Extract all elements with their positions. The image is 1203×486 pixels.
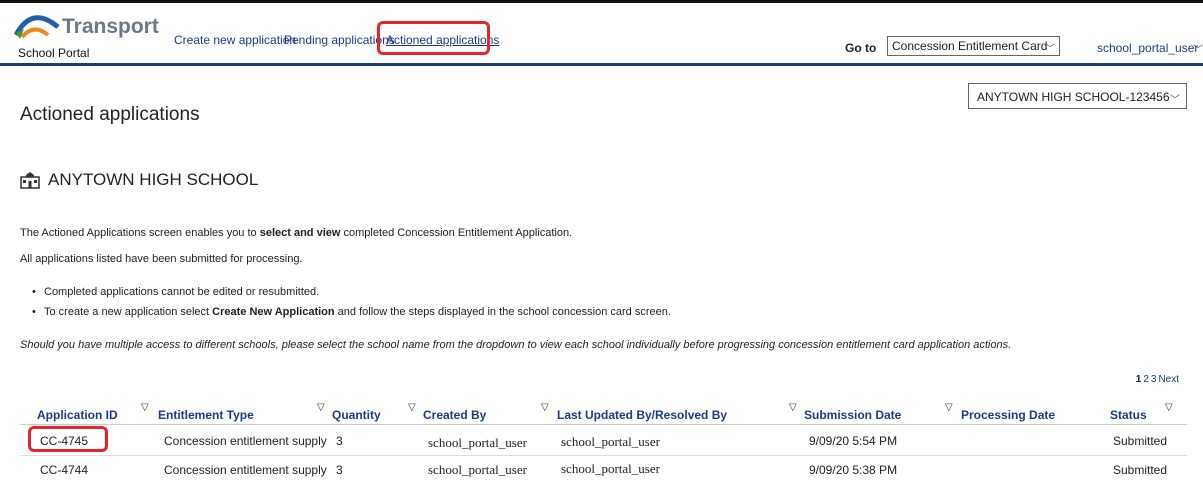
next-page-link[interactable]: Next	[1158, 374, 1179, 385]
filter-icon[interactable]: ▽	[789, 402, 797, 413]
column-header-processing-date[interactable]: Processing Date	[961, 408, 1055, 422]
column-header-status[interactable]: Status	[1110, 408, 1147, 422]
intro-text-part: The Actioned Applications screen enables…	[20, 227, 260, 239]
bullet-text: To create a new application select	[44, 306, 213, 318]
entitlement-type-cell: Concession entitlement supply	[164, 463, 327, 477]
brand-name: Transport	[62, 15, 159, 38]
page-3[interactable]: 3	[1151, 374, 1157, 385]
column-header-submission-date[interactable]: Submission Date	[804, 408, 901, 422]
status-cell: Submitted	[1113, 463, 1168, 477]
bullet-list: Completed applications cannot be edited …	[20, 286, 671, 326]
last-updated-by-cell: school_portal_user	[561, 461, 660, 476]
filter-icon[interactable]: ▽	[141, 402, 149, 413]
column-header-entitlement-type[interactable]: Entitlement Type	[158, 408, 254, 422]
column-header-last-updated-by[interactable]: Last Updated By/Resolved By	[557, 408, 727, 422]
transport-logo[interactable]: Transport School Portal	[14, 9, 159, 63]
nav-create-new-application[interactable]: Create new application	[174, 33, 296, 47]
user-menu[interactable]: school_portal_user ﹀	[1097, 41, 1203, 56]
entitlement-type-cell: Concession entitlement supply	[164, 434, 327, 448]
bullet-text: and follow the steps displayed in the sc…	[334, 306, 671, 318]
goto-label: Go to	[845, 41, 877, 55]
filter-icon[interactable]: ▽	[1165, 402, 1173, 413]
school-select-value: ANYTOWN HIGH SCHOOL-123456	[977, 90, 1170, 104]
filter-icon[interactable]: ▽	[541, 402, 549, 413]
intro-text: The Actioned Applications screen enables…	[20, 227, 572, 239]
table-header-divider	[20, 424, 1187, 425]
column-header-application-id[interactable]: Application ID	[37, 408, 118, 422]
pagination: 1 2 3 Next	[1134, 374, 1179, 385]
bullet-item: Completed applications cannot be edited …	[32, 286, 671, 306]
filter-icon[interactable]: ▽	[317, 402, 325, 413]
intro-text-bold: select and view	[259, 227, 341, 239]
page-2[interactable]: 2	[1143, 374, 1149, 385]
chevron-down-icon: ﹀	[1045, 44, 1055, 55]
quantity-cell: 3	[336, 463, 343, 477]
filter-icon[interactable]: ▽	[945, 402, 953, 413]
quantity-cell: 3	[336, 434, 343, 448]
intro-text-part: completed Concession Entitlement Applica…	[340, 227, 573, 239]
chevron-down-icon: ﹀	[1170, 95, 1180, 106]
goto-select-value: Concession Entitlement Card	[892, 39, 1048, 53]
row-divider	[20, 455, 1187, 456]
school-building-icon	[20, 172, 40, 189]
filter-icon[interactable]: ▽	[408, 402, 416, 413]
created-by-cell: school_portal_user	[428, 435, 527, 450]
submission-date-cell: 9/09/20 5:54 PM	[809, 434, 898, 448]
page-1[interactable]: 1	[1136, 374, 1142, 385]
school-select[interactable]: ANYTOWN HIGH SCHOOL-123456 ﹀	[968, 83, 1187, 109]
transport-logo-icon	[14, 15, 60, 39]
submission-date-cell: 9/09/20 5:38 PM	[809, 463, 898, 477]
created-by-cell: school_portal_user	[428, 462, 527, 477]
multi-school-note: Should you have multiple access to diffe…	[20, 339, 1012, 351]
chevron-down-icon: ﹀	[1193, 45, 1203, 56]
last-updated-by-cell: school_portal_user	[561, 434, 660, 449]
status-cell: Submitted	[1113, 434, 1168, 448]
school-name: ANYTOWN HIGH SCHOOL	[48, 170, 259, 189]
intro-text-2: All applications listed have been submit…	[20, 253, 303, 265]
page-title: Actioned applications	[20, 104, 200, 125]
column-header-quantity[interactable]: Quantity	[332, 408, 381, 422]
top-bar: Transport School Portal Create new appli…	[0, 0, 1203, 66]
portal-name: School Portal	[18, 46, 90, 60]
user-name: school_portal_user	[1097, 41, 1199, 55]
application-id-highlight-box	[28, 426, 108, 452]
bullet-text-bold: Create New Application	[212, 306, 335, 318]
nav-highlight-box	[377, 21, 490, 55]
application-id-link[interactable]: CC-4744	[40, 463, 88, 477]
goto-select[interactable]: Concession Entitlement Card ﹀	[887, 36, 1060, 56]
school-heading: ANYTOWN HIGH SCHOOL	[20, 170, 258, 190]
bullet-item: To create a new application select Creat…	[32, 306, 671, 326]
column-header-created-by[interactable]: Created By	[423, 408, 486, 422]
